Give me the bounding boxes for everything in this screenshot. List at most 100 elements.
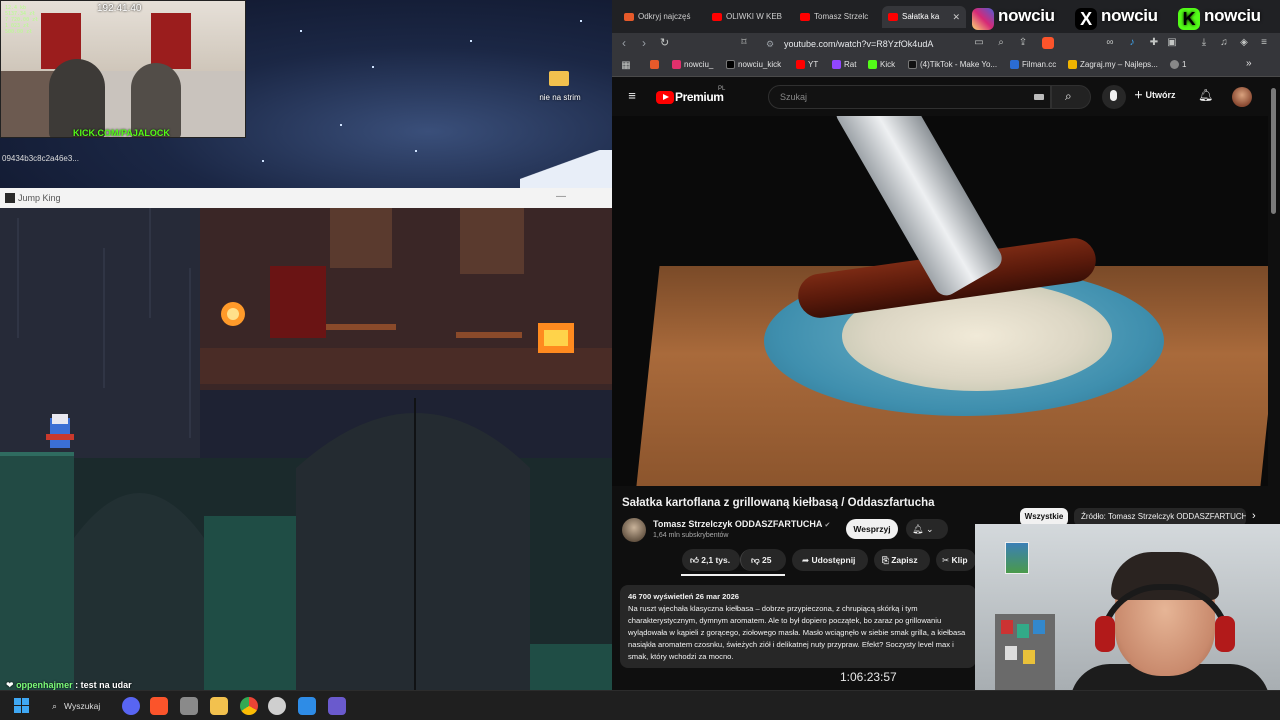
desktop-wallpaper: 12.4 kb 5137.34 zł 7 720.00 zł 1 023 zł … — [0, 0, 612, 188]
bookmark-item[interactable]: Rat — [832, 60, 856, 69]
video-title: Sałatka kartoflana z grillowaną kiełbasą… — [622, 497, 935, 509]
dislike-button[interactable]: 👎︎ 25 — [740, 549, 786, 571]
channel-name[interactable]: Tomasz Strzelczyk ODDASZFARTUCHA ✔ — [653, 519, 830, 529]
share-icon[interactable]: ⇪ — [1017, 37, 1029, 49]
share-button[interactable]: ➦ Udostępnij — [792, 549, 868, 571]
social-handle: nowciu — [998, 6, 1055, 25]
chat-username: oppenhajmer — [16, 680, 73, 690]
voice-search-button[interactable] — [1102, 85, 1126, 109]
reload-icon[interactable]: ↻ — [660, 36, 669, 49]
bookmarks-overflow-button[interactable]: » — [1246, 58, 1252, 69]
photos-icon[interactable] — [298, 697, 316, 715]
start-button-icon[interactable] — [14, 698, 30, 714]
youtube-logo-text[interactable]: Premium — [675, 90, 724, 104]
video-player[interactable] — [612, 116, 1268, 486]
folder-icon[interactable] — [546, 68, 572, 88]
download-icon[interactable]: ⤓ — [1198, 37, 1210, 49]
bookmark-label: YT — [808, 60, 819, 69]
forward-icon[interactable]: › — [642, 36, 646, 50]
stream-timer: 1:06:23:57 — [840, 670, 897, 684]
bookmark-item[interactable]: Filman.cc — [1010, 60, 1056, 69]
streamer-room-camera: 12.4 kb 5137.34 zł 7 720.00 zł 1 023 zł … — [0, 0, 246, 138]
media-icon[interactable]: ♫ — [1218, 37, 1230, 49]
hamburger-menu-icon[interactable]: ≡ — [626, 89, 638, 102]
dislike-count: 25 — [762, 555, 772, 565]
bookmark-icon[interactable]: ⌑ — [738, 37, 750, 49]
close-tab-icon[interactable]: ✕ — [952, 6, 960, 28]
taskbar-search[interactable]: ⌕ Wyszukaj — [44, 696, 114, 716]
youtube-favicon-icon — [800, 13, 810, 21]
bookmark-item[interactable]: nowciu_ — [672, 60, 713, 69]
youtube-region: PL — [718, 86, 726, 92]
create-button[interactable]: ＋ Utwórz — [1134, 88, 1176, 101]
youtube-favicon-icon — [888, 13, 898, 21]
sidebar-icon[interactable]: ▣ — [1166, 37, 1178, 49]
avatar[interactable] — [1232, 87, 1252, 107]
donation-stats: 12.4 kb 5137.34 zł 7 720.00 zł 1 023 zł … — [5, 5, 39, 35]
cast-icon[interactable]: ▭ — [973, 37, 985, 49]
subscription-bell-button[interactable]: 🔔︎ ⌄ — [906, 519, 948, 539]
bookmark-item[interactable]: (4)TikTok - Make Yo... — [908, 60, 997, 69]
address-bar: ‹ › ↻ ⌑ ⚙ youtube.com/watch?v=R8YzfOk4ud… — [612, 33, 1280, 55]
folder-label[interactable]: nie na strim — [530, 93, 590, 102]
hash-label: 09434b3c8c2a46e3... — [2, 154, 79, 163]
apps-grid-icon[interactable]: ▦ — [620, 60, 632, 72]
thumbs-down-icon: 👎︎ — [751, 555, 760, 565]
menu-icon[interactable]: ≡ — [1258, 37, 1270, 49]
tab-tomasz[interactable]: Tomasz Strzelc — [794, 6, 880, 28]
site-info-icon[interactable]: ⚙ — [766, 35, 774, 53]
bookmark-item[interactable]: Zagraj.my – Najleps... — [1068, 60, 1158, 69]
wallet-icon[interactable]: ◈ — [1238, 37, 1250, 49]
notifications-bell-icon[interactable]: 🔔︎ — [1198, 88, 1213, 102]
keyboard-icon[interactable] — [1034, 94, 1044, 100]
game-window-title: Jump King — [18, 193, 61, 203]
obs-icon[interactable] — [268, 697, 286, 715]
clip-button[interactable]: ✂ Klip — [936, 549, 976, 571]
file-explorer-icon[interactable] — [210, 697, 228, 715]
microphone-icon — [1110, 90, 1117, 101]
kick-url-label: KICK.COM/PAJALOCK — [73, 128, 170, 138]
zoom-icon[interactable]: ⌕ — [995, 37, 1007, 49]
share-label: Udostępnij — [811, 555, 856, 565]
create-label: Utwórz — [1145, 90, 1176, 100]
url-field[interactable]: ⚙ youtube.com/watch?v=R8YzfOk4udA — [760, 35, 970, 53]
social-handle: nowciu — [1101, 6, 1158, 25]
kick-icon — [868, 60, 877, 69]
game-window-titlebar[interactable]: Jump King — — [0, 188, 612, 208]
video-description[interactable]: 46 700 wyświetleń 26 mar 2026 Na ruszt w… — [620, 585, 976, 668]
minimize-button[interactable]: — — [556, 191, 566, 202]
taskbar-search-label: Wyszukaj — [64, 701, 101, 711]
discord-icon[interactable] — [122, 697, 140, 715]
tab-odkryj[interactable]: Odkryj najczęś — [618, 6, 704, 28]
back-icon[interactable]: ‹ — [622, 36, 626, 50]
jump-king-icon — [5, 193, 15, 203]
search-input[interactable]: Szukaj — [768, 85, 1051, 109]
like-button[interactable]: 👍︎ 2,1 tys. — [682, 549, 740, 571]
bookmark-label: 1 — [1182, 60, 1187, 69]
youtube-header: ≡ Premium PL Szukaj ⌕ ＋ Utwórz 🔔︎ — [612, 78, 1280, 116]
like-underline — [681, 574, 785, 576]
bookmark-item[interactable]: YT — [796, 60, 818, 69]
vpn-icon[interactable]: ∞ — [1104, 37, 1116, 49]
game-viewport[interactable] — [0, 208, 612, 690]
bookmark-item[interactable]: 1 — [1170, 60, 1186, 69]
bell-icon: 🔔︎ — [912, 524, 924, 534]
bookmark-item[interactable]: nowciu_kick — [726, 60, 781, 69]
game-icon[interactable] — [328, 697, 346, 715]
youtube-logo-icon[interactable] — [656, 91, 674, 104]
bookmark-item[interactable]: Kick — [868, 60, 895, 69]
channel-avatar[interactable] — [622, 518, 646, 542]
brave-icon[interactable] — [150, 697, 168, 715]
extensions-icon[interactable]: ✚ — [1148, 37, 1160, 49]
app-icon[interactable] — [180, 697, 198, 715]
chrome-icon[interactable] — [240, 697, 258, 715]
support-button[interactable]: Wesprzyj — [846, 519, 898, 539]
chevron-right-icon[interactable]: › — [1252, 510, 1256, 522]
tab-salatka[interactable]: Sałatka ka ✕ — [882, 6, 966, 28]
audio-icon[interactable]: ♪ — [1126, 37, 1138, 49]
channel-name-text: Tomasz Strzelczyk ODDASZFARTUCHA — [653, 519, 823, 529]
tab-oliwki[interactable]: OLIWKI W KEB — [706, 6, 792, 28]
search-button[interactable]: ⌕ — [1051, 85, 1091, 109]
brave-shield-icon[interactable] — [1042, 37, 1054, 49]
save-button[interactable]: ⎘ Zapisz — [874, 549, 930, 571]
